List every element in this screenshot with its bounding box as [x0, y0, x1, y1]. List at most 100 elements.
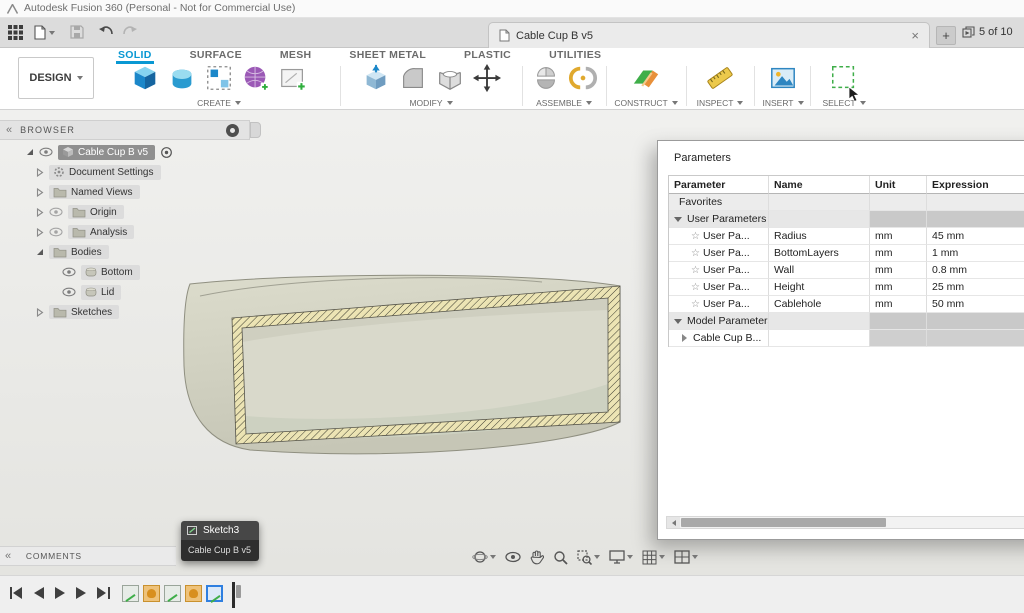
- scroll-left-icon[interactable]: [667, 517, 680, 528]
- zoom-icon[interactable]: [553, 550, 568, 565]
- scrollbar-thumb[interactable]: [681, 518, 886, 527]
- workspace-selector[interactable]: DESIGN: [18, 57, 94, 99]
- browser-item-bodies[interactable]: Bodies: [0, 242, 265, 262]
- browser-item-document-settings[interactable]: Document Settings: [0, 162, 265, 182]
- tab-utilities[interactable]: UTILITIES: [547, 48, 603, 64]
- group-label-insert[interactable]: INSERT: [756, 98, 810, 108]
- shell-icon[interactable]: [435, 63, 465, 98]
- step-forward-icon[interactable]: [76, 586, 86, 604]
- undo-icon[interactable]: [98, 25, 114, 44]
- group-label-modify[interactable]: MODIFY: [342, 98, 520, 108]
- favorite-star-icon[interactable]: ☆: [691, 248, 700, 259]
- browser-item-lid[interactable]: Lid: [0, 282, 265, 302]
- create-sketch-icon[interactable]: [278, 63, 308, 98]
- save-icon[interactable]: [70, 25, 84, 44]
- table-row-user-parameters[interactable]: User Parameters: [669, 211, 1024, 228]
- table-row-wall[interactable]: ☆User Pa... Wall mm 0.8 mm: [669, 262, 1024, 279]
- press-pull-icon[interactable]: [361, 63, 391, 98]
- table-row-radius[interactable]: ☆User Pa... Radius mm 45 mm: [669, 228, 1024, 245]
- visibility-eye-icon[interactable]: [49, 207, 63, 217]
- revolve-icon[interactable]: [167, 63, 197, 98]
- move-icon[interactable]: [472, 63, 502, 98]
- expander-expanded-icon[interactable]: [26, 148, 34, 156]
- favorite-star-icon[interactable]: ☆: [691, 299, 700, 310]
- timeline-sketch-icon[interactable]: [122, 585, 139, 602]
- table-row-cablehole[interactable]: ☆User Pa... Cablehole mm 50 mm: [669, 296, 1024, 313]
- visibility-eye-icon[interactable]: [62, 267, 76, 277]
- visibility-eye-icon[interactable]: [49, 227, 63, 237]
- active-component-icon[interactable]: [160, 146, 173, 159]
- timeline-extrude-icon[interactable]: [185, 585, 202, 602]
- expander-collapsed-icon[interactable]: [36, 228, 44, 237]
- browser-item-sketches[interactable]: Sketches: [0, 302, 265, 322]
- measure-icon[interactable]: [705, 63, 735, 98]
- browser-item-root[interactable]: Cable Cup B v5: [0, 142, 265, 162]
- browser-display-toggle[interactable]: [226, 124, 239, 137]
- step-back-icon[interactable]: [34, 586, 44, 604]
- collapse-caret-icon[interactable]: [674, 319, 682, 324]
- expander-collapsed-icon[interactable]: [36, 308, 44, 317]
- horizontal-scrollbar[interactable]: [666, 516, 1024, 529]
- table-row-height[interactable]: ☆User Pa... Height mm 25 mm: [669, 279, 1024, 296]
- table-row-model-parameters[interactable]: Model Parameters: [669, 313, 1024, 330]
- table-row-bottomlayers[interactable]: ☆User Pa... BottomLayers mm 1 mm: [669, 245, 1024, 262]
- extrude-icon[interactable]: [130, 63, 160, 98]
- document-tab[interactable]: Cable Cup B v5 ×: [488, 22, 930, 48]
- comments-bar[interactable]: « COMMENTS: [0, 546, 176, 566]
- timeline-sketch3-icon-selected[interactable]: [206, 585, 223, 602]
- visibility-eye-icon[interactable]: [39, 147, 53, 157]
- browser-header[interactable]: « BROWSER: [0, 120, 250, 140]
- look-at-icon[interactable]: [505, 551, 521, 563]
- form-icon[interactable]: [241, 63, 271, 98]
- table-row-cable-cup[interactable]: Cable Cup B...: [669, 330, 1024, 347]
- group-label-construct[interactable]: CONSTRUCT: [608, 98, 684, 108]
- display-settings-icon[interactable]: [609, 550, 633, 564]
- table-row-favorites[interactable]: Favorites: [669, 194, 1024, 211]
- group-label-create[interactable]: CREATE: [100, 98, 338, 108]
- pan-icon[interactable]: [530, 550, 544, 565]
- browser-collapse-icon[interactable]: «: [6, 124, 12, 136]
- collapse-caret-icon[interactable]: [674, 217, 682, 222]
- orbit-icon[interactable]: [472, 549, 496, 565]
- group-label-assemble[interactable]: ASSEMBLE: [524, 98, 604, 108]
- favorite-star-icon[interactable]: ☆: [691, 282, 700, 293]
- rectangular-pattern-icon[interactable]: [204, 63, 234, 98]
- file-menu-icon[interactable]: [34, 25, 55, 40]
- play-icon[interactable]: [55, 586, 65, 604]
- comments-collapse-icon[interactable]: «: [5, 550, 12, 562]
- expander-collapsed-icon[interactable]: [36, 208, 44, 217]
- joint-icon[interactable]: [568, 63, 598, 98]
- tab-sheet-metal[interactable]: SHEET METAL: [347, 48, 428, 64]
- visibility-eye-icon[interactable]: [62, 287, 76, 297]
- new-tab-button[interactable]: +: [936, 26, 956, 45]
- expander-expanded-icon[interactable]: [36, 248, 44, 256]
- viewports-icon[interactable]: [674, 550, 698, 564]
- expand-caret-icon[interactable]: [682, 334, 687, 342]
- browser-item-analysis[interactable]: Analysis: [0, 222, 265, 242]
- favorite-star-icon[interactable]: ☆: [691, 265, 700, 276]
- redo-icon[interactable]: [122, 25, 138, 44]
- app-grid-icon[interactable]: [8, 25, 23, 45]
- browser-item-origin[interactable]: Origin: [0, 202, 265, 222]
- tab-counter[interactable]: 5 of 10: [962, 26, 1013, 38]
- skip-end-icon[interactable]: [97, 586, 110, 604]
- tab-mesh[interactable]: MESH: [278, 48, 314, 64]
- zoom-window-icon[interactable]: [577, 550, 600, 565]
- group-label-select[interactable]: SELECT: [812, 98, 876, 108]
- timeline-sketch-icon[interactable]: [164, 585, 181, 602]
- favorite-star-icon[interactable]: ☆: [691, 231, 700, 242]
- tab-close-icon[interactable]: ×: [911, 29, 919, 42]
- new-component-icon[interactable]: [531, 63, 561, 98]
- browser-item-named-views[interactable]: Named Views: [0, 182, 265, 202]
- timeline-position-marker[interactable]: [232, 582, 244, 608]
- expander-collapsed-icon[interactable]: [36, 168, 44, 177]
- tab-plastic[interactable]: PLASTIC: [462, 48, 513, 64]
- timeline-extrude-icon[interactable]: [143, 585, 160, 602]
- construction-plane-icon[interactable]: [630, 63, 662, 98]
- fillet-icon[interactable]: [398, 63, 428, 98]
- expander-collapsed-icon[interactable]: [36, 188, 44, 197]
- skip-start-icon[interactable]: [10, 586, 23, 604]
- grid-settings-icon[interactable]: [642, 550, 665, 565]
- tab-solid[interactable]: SOLID: [116, 48, 154, 64]
- browser-panel-handle[interactable]: [250, 122, 261, 138]
